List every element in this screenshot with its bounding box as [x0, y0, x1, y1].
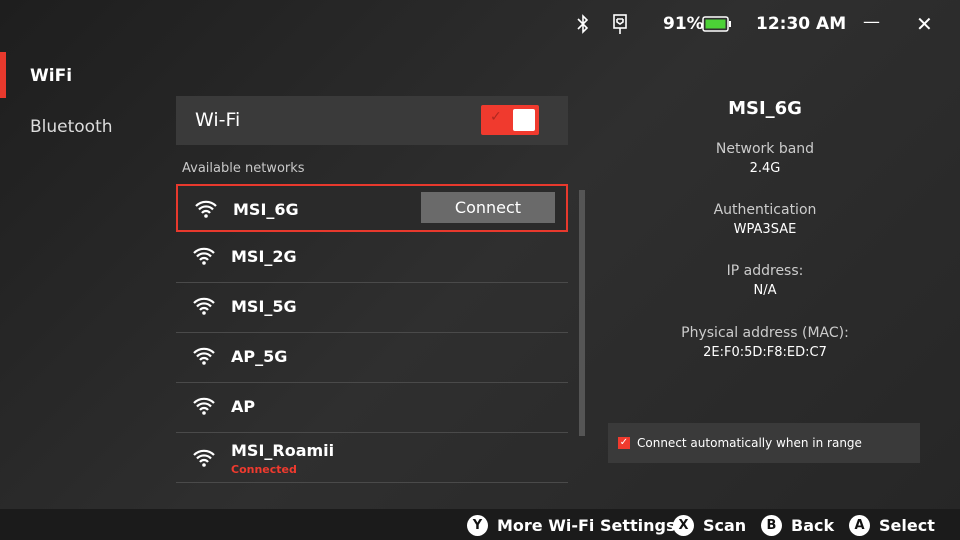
network-item[interactable]: MSI_5G [176, 283, 568, 333]
network-name: MSI_2G [231, 247, 297, 266]
hint-label: Scan [703, 516, 747, 535]
hint-label: Select [879, 516, 935, 535]
network-item[interactable]: MSI_6G Connect [176, 184, 568, 232]
network-item[interactable]: AP [176, 383, 568, 433]
hint-label: Back [791, 516, 835, 535]
a-button-icon: A [849, 515, 870, 536]
wifi-toggle[interactable]: ✓ [481, 105, 539, 135]
detail-mac-address: Physical address (MAC): 2E:F0:5D:F8:ED:C7 [681, 325, 849, 360]
checkbox-check-icon: ✓ [618, 437, 630, 449]
auto-connect-label: Connect automatically when in range [637, 436, 862, 450]
wifi-signal-icon [193, 347, 215, 365]
detail-network-band: Network band 2.4G [715, 141, 815, 176]
sidebar-item-wifi[interactable]: WiFi [30, 66, 72, 86]
hint-scan[interactable]: X Scan [673, 515, 746, 536]
top-bar: 91% 12:30 AM — ✕ [0, 0, 960, 50]
available-networks-label: Available networks [182, 161, 305, 176]
network-item[interactable]: MSI_2G [176, 233, 568, 283]
network-name: AP [231, 397, 256, 416]
detail-title: MSI_6G [728, 98, 802, 119]
button-hints-bar: Y More Wi-Fi Settings X Scan B Back A Select [0, 509, 960, 540]
sidebar-item-bluetooth[interactable]: Bluetooth [30, 117, 113, 137]
network-item[interactable]: AP_5G [176, 333, 568, 383]
wifi-signal-icon [193, 397, 215, 415]
detail-authentication: Authentication WPA3SAE [713, 202, 817, 237]
wifi-signal-icon [193, 247, 215, 265]
x-button-icon: X [673, 515, 694, 536]
connect-button[interactable]: Connect [421, 192, 555, 223]
network-name: AP_5G [231, 347, 288, 366]
wifi-signal-icon [195, 200, 217, 218]
wifi-toggle-row[interactable]: Wi-Fi ✓ [176, 96, 568, 145]
network-item[interactable]: MSI_Roamii Connected [176, 433, 568, 483]
clock: 12:30 AM [756, 14, 847, 34]
y-button-icon: Y [467, 515, 488, 536]
storage-icon [612, 14, 628, 41]
selected-indicator [0, 52, 6, 98]
battery-percent: 91% [663, 14, 704, 34]
network-name: MSI_6G [233, 200, 299, 219]
wifi-signal-icon [193, 297, 215, 315]
bluetooth-icon [576, 14, 590, 39]
b-button-icon: B [761, 515, 782, 536]
hint-back[interactable]: B Back [761, 515, 834, 536]
wifi-signal-icon [193, 449, 215, 467]
minimize-icon[interactable]: — [863, 12, 880, 32]
battery-icon [702, 16, 732, 37]
check-icon: ✓ [490, 109, 502, 125]
scrollbar[interactable] [579, 190, 585, 436]
close-icon[interactable]: ✕ [916, 12, 933, 36]
wifi-label: Wi-Fi [195, 109, 241, 131]
connected-status: Connected [231, 463, 297, 476]
hint-label: More Wi-Fi Settings [497, 516, 676, 535]
network-name: MSI_5G [231, 297, 297, 316]
hint-select[interactable]: A Select [849, 515, 935, 536]
network-name: MSI_Roamii [231, 441, 335, 460]
detail-ip-address: IP address: N/A [726, 263, 804, 298]
hint-more-wifi-settings[interactable]: Y More Wi-Fi Settings [467, 515, 676, 536]
auto-connect-checkbox[interactable]: ✓ Connect automatically when in range [608, 423, 920, 463]
